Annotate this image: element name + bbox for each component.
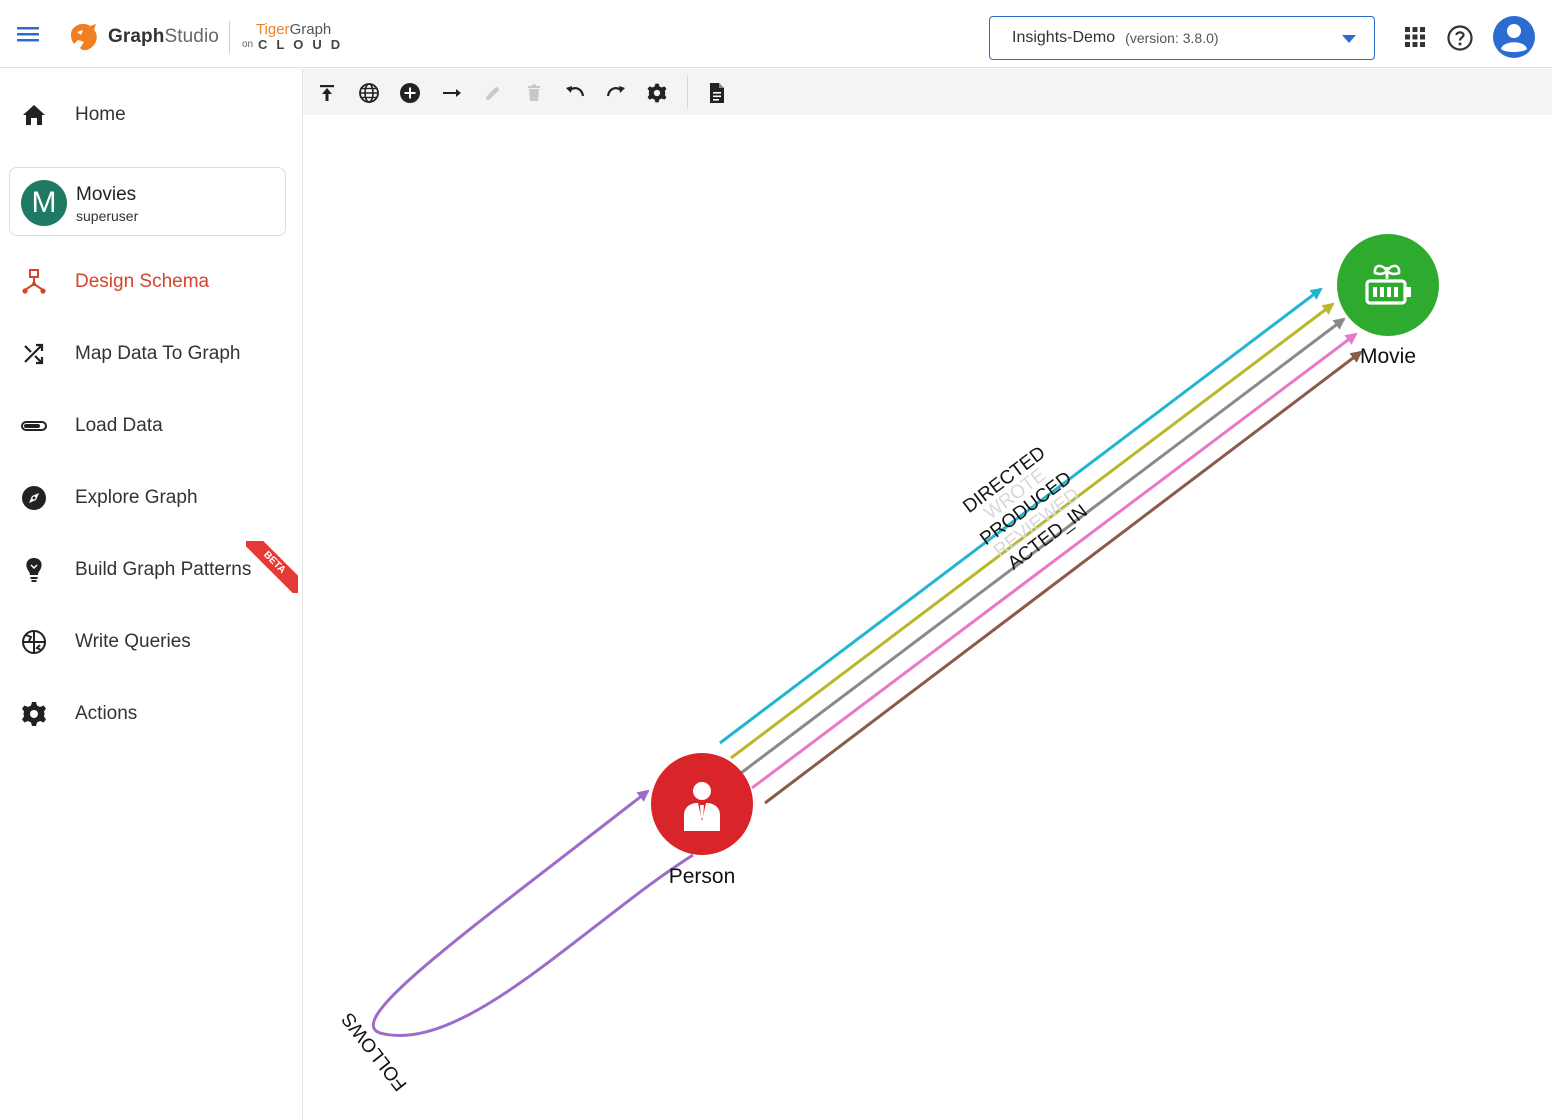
document-button[interactable] — [705, 81, 729, 105]
pencil-icon — [486, 86, 500, 100]
graphstudio-wordmark: GraphStudio — [108, 26, 219, 47]
sidebar: Home M Movies superuser Design Schema Ma… — [0, 69, 303, 1120]
undo-icon — [566, 86, 585, 97]
settings-button[interactable] — [645, 81, 669, 105]
graph-card-name: Movies — [76, 184, 137, 205]
document-icon — [710, 83, 724, 103]
nav-explore-graph[interactable]: Explore Graph — [0, 470, 302, 526]
arrow-right-icon — [443, 89, 461, 97]
vertex-person[interactable]: Person — [651, 753, 753, 888]
nav-write-queries-label: Write Queries — [75, 631, 191, 652]
caret-down-icon — [1342, 35, 1356, 43]
graph-card-movies[interactable]: M Movies superuser — [9, 167, 286, 236]
nav-home-label: Home — [75, 104, 126, 125]
nav-map-data[interactable]: Map Data To Graph — [0, 326, 302, 382]
query-globe-icon — [20, 628, 48, 656]
nav-load-data[interactable]: Load Data — [0, 398, 302, 454]
gear-icon — [647, 83, 667, 103]
vertex-movie[interactable]: Movie — [1337, 234, 1439, 368]
beta-badge: BETA — [246, 541, 298, 593]
edge-follows[interactable] — [371, 789, 694, 1037]
top-header: GraphStudio TigerGraph on CLOUD Insights… — [0, 0, 1552, 68]
gear-icon — [20, 700, 48, 728]
redo-button[interactable] — [604, 81, 628, 105]
nav-write-queries[interactable]: Write Queries — [0, 614, 302, 670]
nav-explore-graph-label: Explore Graph — [75, 487, 198, 508]
nav-actions[interactable]: Actions — [0, 686, 302, 742]
graphstudio-logo[interactable]: GraphStudio TigerGraph on CLOUD — [68, 20, 352, 54]
add-vertex-button[interactable] — [398, 81, 422, 105]
trash-icon — [528, 84, 540, 101]
home-icon — [20, 101, 48, 129]
undo-button[interactable] — [563, 81, 587, 105]
graph-name: Insights-Demo — [1012, 29, 1116, 46]
schema-icon — [20, 268, 48, 296]
vertex-label-person: Person — [669, 865, 736, 888]
shuffle-icon — [20, 340, 48, 368]
tiger-logo-icon — [70, 23, 97, 51]
nav-load-data-label: Load Data — [75, 415, 163, 436]
help-icon[interactable] — [1446, 24, 1474, 57]
graph-version: (version: 3.8.0) — [1125, 30, 1219, 46]
vertex-label-movie: Movie — [1360, 345, 1416, 368]
global-view-button[interactable] — [357, 81, 381, 105]
toolbar-divider — [687, 75, 688, 109]
publish-icon — [320, 85, 334, 101]
apps-grid-icon[interactable] — [1404, 26, 1426, 53]
nav-design-schema-label: Design Schema — [75, 271, 210, 292]
tigergraph-cloud-wordmark: TigerGraph on CLOUD — [241, 21, 350, 52]
nav-map-data-label: Map Data To Graph — [75, 343, 241, 364]
lightbulb-icon — [20, 556, 48, 584]
logo-divider — [228, 21, 230, 53]
edge-reviewed[interactable] — [751, 332, 1358, 790]
avatar: M — [21, 180, 67, 226]
globe-icon — [359, 83, 379, 103]
graphstudio-app: GraphStudio TigerGraph on CLOUD Insights… — [0, 0, 1552, 1120]
load-bar-icon — [20, 412, 48, 440]
graph-selector[interactable]: Insights-Demo (version: 3.8.0) — [989, 16, 1375, 60]
add-edge-button[interactable] — [440, 81, 464, 105]
graph-card-role: superuser — [76, 208, 139, 224]
schema-graph-svg: DIRECTED WROTE PRODUCED REVIEWED ACTED_I… — [338, 234, 1439, 1094]
account-icon[interactable] — [1493, 16, 1535, 63]
add-circle-icon — [400, 83, 420, 103]
nav-home[interactable]: Home — [0, 87, 302, 143]
schema-canvas[interactable]: DIRECTED WROTE PRODUCED REVIEWED ACTED_I… — [303, 115, 1552, 1120]
schema-toolbar — [303, 69, 1552, 115]
publish-schema-button[interactable] — [315, 81, 339, 105]
edit-button[interactable] — [481, 81, 505, 105]
delete-button[interactable] — [522, 81, 546, 105]
compass-icon — [20, 484, 48, 512]
redo-icon — [606, 86, 625, 97]
menu-icon[interactable] — [14, 22, 44, 46]
nav-actions-label: Actions — [75, 703, 138, 724]
edge-acted-in[interactable] — [764, 350, 1363, 805]
nav-build-patterns-label: Build Graph Patterns — [75, 559, 252, 580]
nav-design-schema[interactable]: Design Schema — [0, 254, 302, 310]
